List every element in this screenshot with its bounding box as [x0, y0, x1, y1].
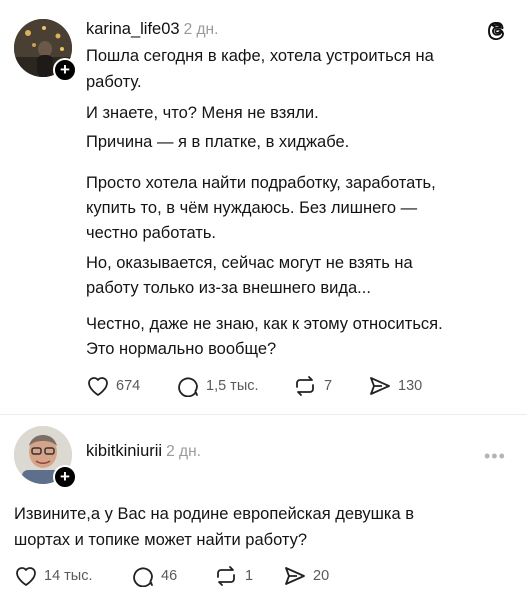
- repost-button[interactable]: 7: [292, 375, 332, 397]
- heart-icon: [16, 567, 36, 586]
- post-text-line: Пошла сегодня в кафе, хотела устроиться …: [86, 47, 434, 65]
- post-author[interactable]: karina_life03 2 дн.: [86, 20, 218, 39]
- repost-button[interactable]: 1: [213, 565, 253, 587]
- reply-button[interactable]: 1,5 тыс.: [176, 375, 259, 397]
- send-icon: [370, 377, 390, 395]
- reply-button[interactable]: 46: [131, 565, 177, 587]
- post-text-line: купить то, в чём нуждаюсь. Без лишнего —: [86, 199, 418, 217]
- reply-count: 46: [161, 568, 178, 584]
- post-text-line: работу только из-за внешнего вида...: [86, 279, 371, 297]
- share-button[interactable]: 130: [368, 375, 422, 397]
- divider: [0, 414, 527, 415]
- follow-plus-button[interactable]: +: [53, 465, 77, 489]
- reply-text-line: Извините,а у Вас на родине европейская д…: [14, 505, 415, 523]
- post-text-line: Причина — я в платке, в хиджабе.: [86, 133, 350, 151]
- share-button[interactable]: 20: [283, 565, 329, 587]
- post-text-line: Но, оказывается, сейчас могут не взять н…: [86, 254, 413, 272]
- post-text-line: работу.: [86, 73, 142, 91]
- heart-icon: [88, 377, 108, 396]
- reply-text-line: шортах и топике может найти работу?: [14, 531, 308, 549]
- share-count: 130: [398, 378, 423, 394]
- follow-plus-button[interactable]: +: [53, 58, 77, 82]
- repost-count: 1: [245, 568, 254, 584]
- post-text-line: И знаете, что? Меня не взяли.: [86, 104, 319, 122]
- post-username[interactable]: karina_life03: [86, 20, 180, 38]
- post-text-line: Честно, даже не знаю, как к этому относи…: [86, 315, 443, 333]
- threads-logo-icon[interactable]: [485, 17, 509, 41]
- repost-arrows-icon: [296, 376, 314, 396]
- send-icon: [285, 567, 305, 585]
- reply-author[interactable]: kibitkiniurii 2 дн.: [86, 442, 201, 461]
- reply-username[interactable]: kibitkiniurii: [86, 442, 162, 460]
- share-count: 20: [313, 568, 330, 584]
- post-time: 2 дн.: [183, 21, 219, 38]
- like-button[interactable]: 14 тыс.: [14, 565, 93, 587]
- repost-arrows-icon: [217, 566, 235, 586]
- reply-count: 1,5 тыс.: [206, 378, 259, 394]
- post-text-line: Это нормально вообще?: [86, 340, 277, 358]
- more-options-button[interactable]: •••: [484, 446, 506, 467]
- reply-time: 2 дн.: [166, 443, 201, 460]
- comment-bubble-icon: [133, 567, 153, 587]
- like-button[interactable]: 674: [86, 375, 140, 397]
- like-count: 674: [116, 378, 141, 394]
- post-text-line: честно работать.: [86, 224, 216, 242]
- like-count: 14 тыс.: [44, 568, 93, 584]
- repost-count: 7: [324, 378, 333, 394]
- post-text-line: Просто хотела найти подработку, заработа…: [86, 174, 436, 192]
- comment-bubble-icon: [178, 377, 198, 397]
